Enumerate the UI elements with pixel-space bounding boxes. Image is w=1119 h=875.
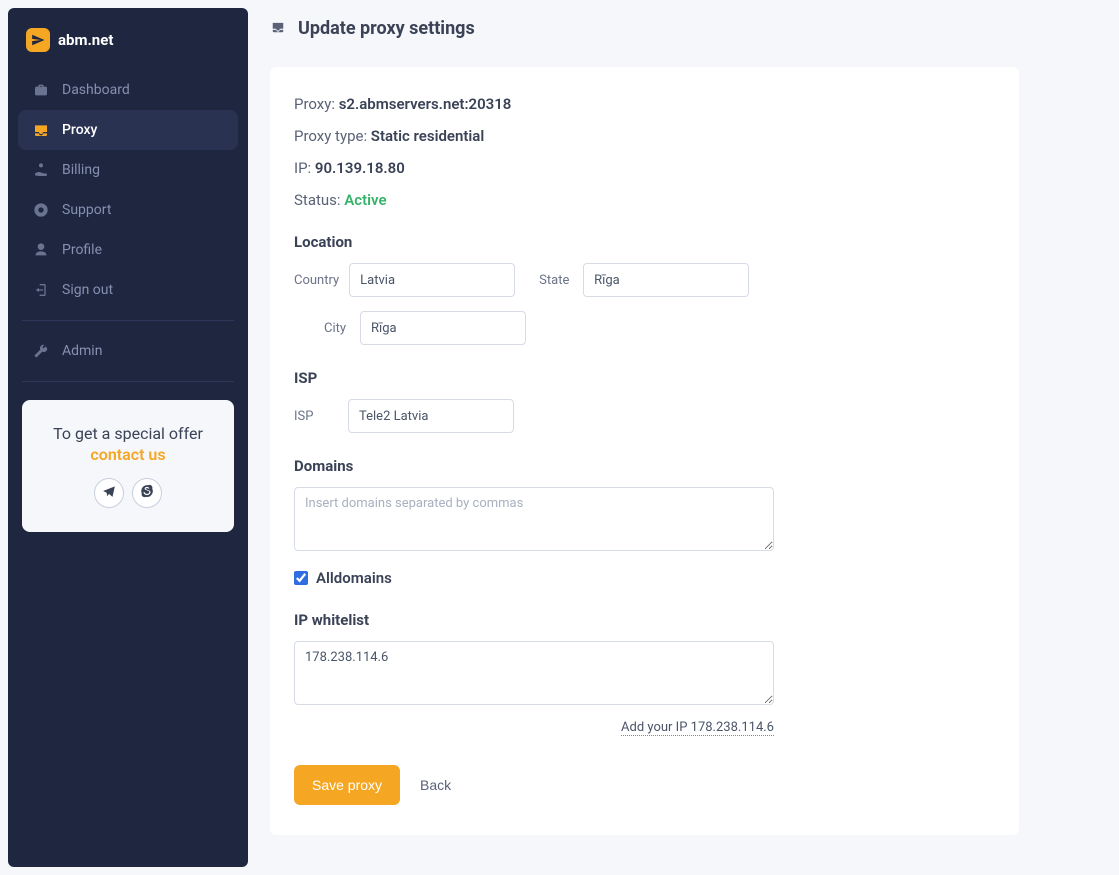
sidebar-item-label: Admin [62,343,102,359]
proxy-status-value: Active [344,191,386,209]
country-label: Country [294,273,339,288]
life-ring-icon [32,202,50,218]
page-header: Update proxy settings [270,18,1019,39]
sidebar-item-dashboard[interactable]: Dashboard [18,70,238,110]
main-content: Update proxy settings Proxy: s2.abmserve… [248,0,1119,875]
brand: abm.net [18,24,238,70]
proxy-status-line: Status: Active [294,191,995,209]
sidebar-item-profile[interactable]: Profile [18,230,238,270]
location-section-label: Location [294,233,995,251]
state-label: State [539,273,573,288]
state-input[interactable] [583,263,749,297]
back-button[interactable]: Back [420,777,451,793]
proxy-value: s2.abmservers.net:20318 [339,95,512,113]
proxy-ip-line: IP: 90.139.18.80 [294,159,995,177]
sidebar-item-label: Support [62,202,111,218]
city-input[interactable] [360,311,526,345]
offer-contact-link[interactable]: contact us [34,445,222,464]
city-label: City [324,321,350,336]
proxy-ip-value: 90.139.18.80 [315,159,405,177]
sidebar-item-label: Billing [62,162,100,178]
sidebar-item-label: Proxy [62,122,97,138]
proxy-label: Proxy: [294,95,339,113]
sidebar-item-label: Dashboard [62,82,130,98]
divider [22,381,234,382]
proxy-line: Proxy: s2.abmservers.net:20318 [294,95,995,113]
sidebar-item-signout[interactable]: Sign out [18,270,238,310]
briefcase-icon [32,82,50,98]
proxy-type-value: Static residential [371,127,484,145]
signout-icon [32,282,50,298]
telegram-icon [102,484,116,502]
sidebar-item-admin[interactable]: Admin [18,331,238,371]
domains-textarea[interactable] [294,487,774,551]
alldomains-label: Alldomains [316,569,392,587]
wrench-icon [32,343,50,359]
brand-text: abm.net [58,31,113,49]
sidebar: abm.net Dashboard Proxy Billing Support … [8,8,248,867]
inbox-icon [32,122,50,138]
skype-icon [140,484,154,502]
user-icon [32,242,50,258]
proxy-status-label: Status: [294,191,344,209]
sidebar-item-billing[interactable]: Billing [18,150,238,190]
whitelist-section-label: IP whitelist [294,611,995,629]
isp-section-label: ISP [294,369,995,387]
brand-icon [26,28,50,52]
divider [22,320,234,321]
sidebar-item-support[interactable]: Support [18,190,238,230]
isp-label: ISP [294,409,338,424]
settings-card: Proxy: s2.abmservers.net:20318 Proxy typ… [270,67,1019,835]
proxy-ip-label: IP: [294,159,315,177]
save-proxy-button[interactable]: Save proxy [294,765,400,805]
inbox-icon [270,20,286,38]
hand-coin-icon [32,162,50,178]
whitelist-textarea[interactable]: 178.238.114.6 [294,641,774,705]
telegram-button[interactable] [94,478,124,508]
sidebar-item-label: Sign out [62,282,113,298]
offer-title: To get a special offer [34,424,222,443]
alldomains-checkbox[interactable] [294,571,308,585]
sidebar-item-proxy[interactable]: Proxy [18,110,238,150]
country-input[interactable] [349,263,515,297]
offer-card: To get a special offer contact us [22,400,234,532]
domains-section-label: Domains [294,457,995,475]
proxy-type-line: Proxy type: Static residential [294,127,995,145]
isp-input[interactable] [348,399,514,433]
add-ip-link[interactable]: Add your IP 178.238.114.6 [621,720,774,736]
sidebar-item-label: Profile [62,242,102,258]
page-title: Update proxy settings [298,18,475,39]
skype-button[interactable] [132,478,162,508]
proxy-type-label: Proxy type: [294,127,371,145]
